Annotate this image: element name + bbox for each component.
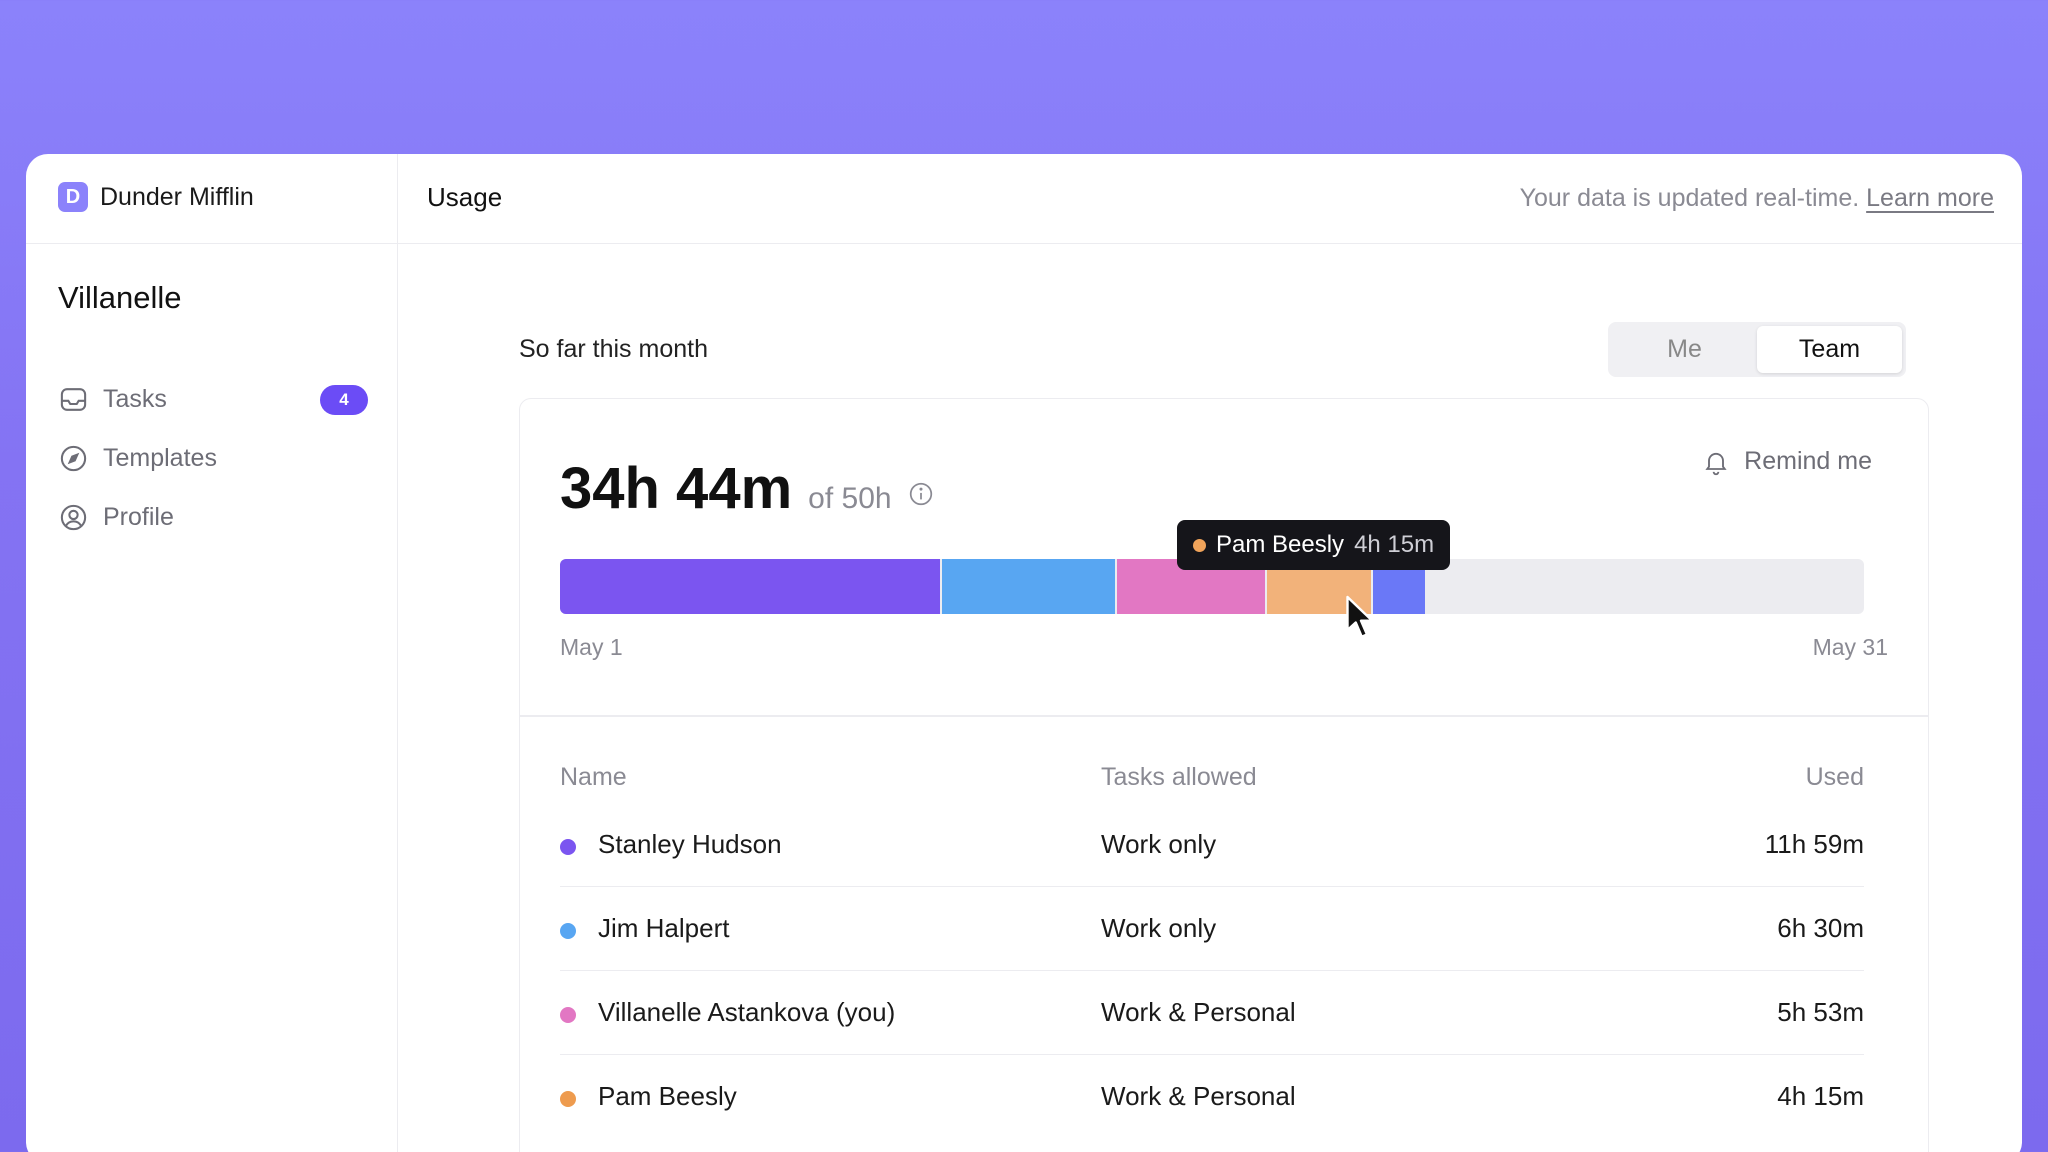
workspace-switcher[interactable]: D Dunder Mifflin xyxy=(58,182,254,212)
member-color-dot xyxy=(560,839,576,855)
sidebar-item-profile[interactable]: Profile xyxy=(58,488,368,547)
sidebar-item-tasks[interactable]: Tasks 4 xyxy=(58,370,368,429)
end-date: May 31 xyxy=(1812,634,1888,660)
total-used: 34h 44m xyxy=(560,456,793,521)
bell-icon xyxy=(1705,452,1727,475)
sidebar-nav: Tasks 4 Templates Profile xyxy=(58,370,368,547)
member-name: Jim Halpert xyxy=(598,913,730,943)
member-color-dot xyxy=(560,1091,576,1107)
sidebar-item-label: Templates xyxy=(103,444,217,472)
member-color-dot xyxy=(560,923,576,939)
usage-total: 34h 44m of 50h xyxy=(560,455,934,522)
time-used: 4h 15m xyxy=(1777,1081,1864,1111)
tooltip-value: 4h 15m xyxy=(1354,531,1435,558)
toggle-team[interactable]: Team xyxy=(1757,326,1902,373)
compass-icon xyxy=(60,445,87,472)
usage-card: 34h 44m of 50h Remind me May 1 May 31 Pa… xyxy=(519,398,1929,1152)
brand-name: Dunder Mifflin xyxy=(100,182,254,211)
member-name: Pam Beesly xyxy=(598,1081,737,1111)
member-name: Villanelle Astankova (you) xyxy=(598,997,896,1027)
member-name: Stanley Hudson xyxy=(598,829,782,859)
learn-more-link[interactable]: Learn more xyxy=(1866,184,1994,212)
total-limit: of 50h xyxy=(808,482,892,515)
time-used: 11h 59m xyxy=(1764,829,1864,859)
header-used: Used xyxy=(1805,763,1864,791)
section-label: So far this month xyxy=(519,335,708,363)
realtime-text: Your data is updated real-time. xyxy=(1519,184,1860,212)
tasks-count-badge: 4 xyxy=(320,384,368,415)
table-row[interactable]: Pam Beesly Work & Personal 4h 15m xyxy=(560,1055,1864,1139)
remind-me-button[interactable]: Remind me xyxy=(1702,447,1872,476)
table-header: Name Tasks allowed Used xyxy=(560,763,1864,792)
realtime-notice: Your data is updated real-time. Learn mo… xyxy=(1520,184,1994,213)
tasks-allowed: Work only xyxy=(1101,913,1217,943)
brand-logo: D xyxy=(58,182,88,212)
workspace-title: Villanelle xyxy=(58,280,182,315)
tasks-allowed: Work only xyxy=(1101,829,1217,859)
sidebar-item-label: Tasks xyxy=(103,385,167,413)
usage-bar-segment[interactable] xyxy=(942,559,1116,614)
app-window: D Dunder Mifflin Villanelle Tasks 4 Temp… xyxy=(26,154,2022,1152)
usage-table: Stanley Hudson Work only 11h 59m Jim Hal… xyxy=(560,803,1864,1139)
tooltip-color-dot xyxy=(1193,538,1206,552)
header-tasks-allowed: Tasks allowed xyxy=(1101,763,1257,791)
tasks-allowed: Work & Personal xyxy=(1101,1081,1296,1111)
table-row[interactable]: Stanley Hudson Work only 11h 59m xyxy=(560,803,1864,887)
sidebar-item-templates[interactable]: Templates xyxy=(58,429,368,488)
header-name: Name xyxy=(560,763,627,791)
table-row[interactable]: Jim Halpert Work only 6h 30m xyxy=(560,887,1864,971)
sidebar-item-label: Profile xyxy=(103,503,174,531)
sidebar: D Dunder Mifflin Villanelle Tasks 4 Temp… xyxy=(26,154,398,1152)
table-row[interactable]: Villanelle Astankova (you) Work & Person… xyxy=(560,971,1864,1055)
start-date: May 1 xyxy=(560,634,623,660)
card-divider xyxy=(520,715,1928,717)
page-title: Usage xyxy=(427,182,503,212)
mouse-cursor-icon xyxy=(1346,595,1374,638)
remind-me-label: Remind me xyxy=(1744,447,1872,475)
tasks-allowed: Work & Personal xyxy=(1101,997,1296,1027)
tooltip-name: Pam Beesly xyxy=(1216,531,1345,558)
user-circle-icon xyxy=(60,504,87,531)
scope-toggle: Me Team xyxy=(1608,322,1906,377)
segment-tooltip: Pam Beesly 4h 15m xyxy=(1177,520,1451,570)
member-color-dot xyxy=(560,1007,576,1023)
time-used: 5h 53m xyxy=(1777,997,1864,1027)
inbox-icon xyxy=(60,388,87,411)
info-icon[interactable] xyxy=(908,481,934,507)
usage-bar-segment[interactable] xyxy=(560,559,941,614)
time-used: 6h 30m xyxy=(1777,913,1864,943)
toggle-me[interactable]: Me xyxy=(1612,326,1757,373)
